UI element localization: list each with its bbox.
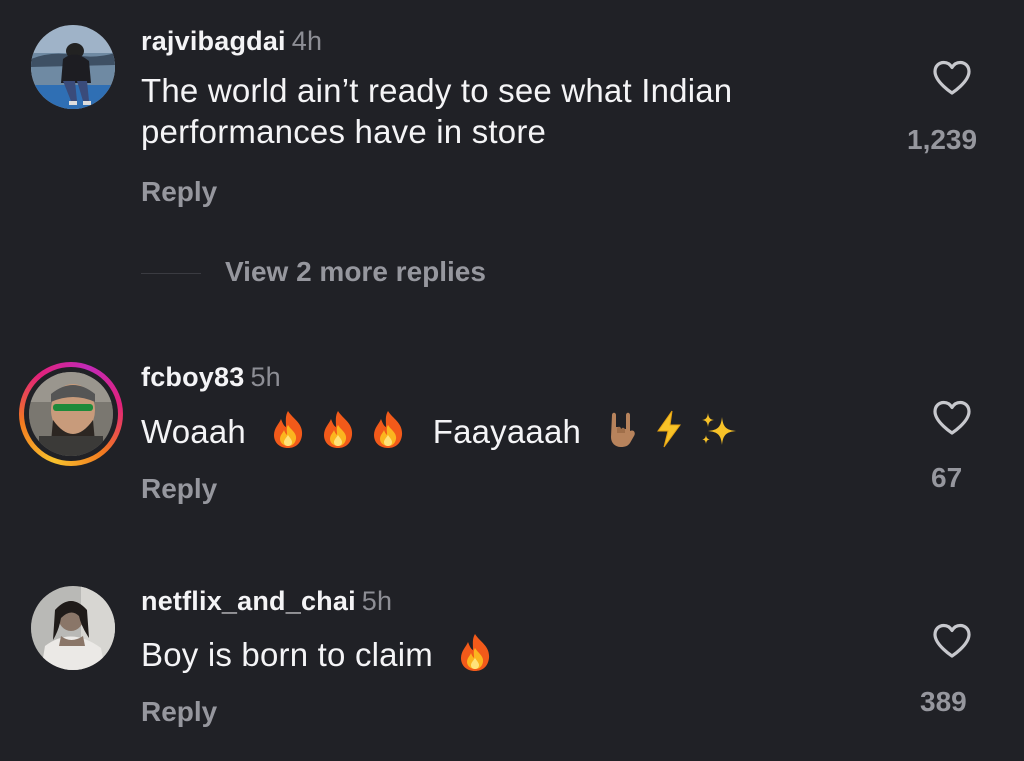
view-replies-divider xyxy=(141,273,201,274)
fire-emoji xyxy=(319,409,357,458)
username[interactable]: netflix_and_chai xyxy=(141,586,356,616)
heart-outline-icon[interactable] xyxy=(932,60,972,96)
rock-on-hand-emoji xyxy=(604,409,640,458)
fire-emoji xyxy=(369,409,407,458)
lightning-emoji xyxy=(652,409,686,458)
comment-text: Boy is born to claim xyxy=(141,632,841,681)
comment-meta: netflix_and_chai 5h xyxy=(141,586,392,617)
avatar[interactable] xyxy=(29,372,113,456)
like-button[interactable] xyxy=(922,400,982,436)
username[interactable]: rajvibagdai xyxy=(141,26,286,56)
reply-button[interactable]: Reply xyxy=(141,696,217,728)
username[interactable]: fcboy83 xyxy=(141,362,244,392)
comment-time: 5h xyxy=(361,586,393,616)
reply-button[interactable]: Reply xyxy=(141,473,217,505)
heart-outline-icon[interactable] xyxy=(932,400,972,436)
comment-text: The world ain’t ready to see what Indian… xyxy=(141,72,733,150)
comment-text-body: Boy is born to claim xyxy=(141,636,433,673)
fire-emoji xyxy=(269,409,307,458)
comment-text-mid: Faayaaah xyxy=(432,413,582,450)
avatar[interactable] xyxy=(31,25,115,109)
avatar-photo xyxy=(31,25,115,109)
like-count: 389 xyxy=(920,686,967,717)
comment-meta: fcboy83 5h xyxy=(141,362,281,393)
like-button[interactable] xyxy=(922,60,982,96)
comments-screen: rajvibagdai 4h The world ain’t ready to s… xyxy=(0,0,1024,761)
heart-outline-icon[interactable] xyxy=(932,623,972,659)
comment-time: 4h xyxy=(291,26,323,56)
avatar-photo xyxy=(29,372,113,456)
like-button[interactable] xyxy=(922,623,982,659)
comment-meta: rajvibagdai 4h xyxy=(141,26,322,57)
like-count: 1,239 xyxy=(907,124,978,155)
like-count: 67 xyxy=(931,462,963,493)
comment-time: 5h xyxy=(250,362,281,392)
avatar[interactable] xyxy=(31,586,115,670)
sparkles-emoji xyxy=(698,409,738,458)
fire-emoji xyxy=(456,632,494,681)
reply-button[interactable]: Reply xyxy=(141,176,217,208)
comment-text: Woaah Faayaaah xyxy=(141,409,861,458)
avatar-photo xyxy=(31,586,115,670)
view-replies-button[interactable]: View 2 more replies xyxy=(225,256,486,288)
comment-text-start: Woaah xyxy=(141,413,246,450)
